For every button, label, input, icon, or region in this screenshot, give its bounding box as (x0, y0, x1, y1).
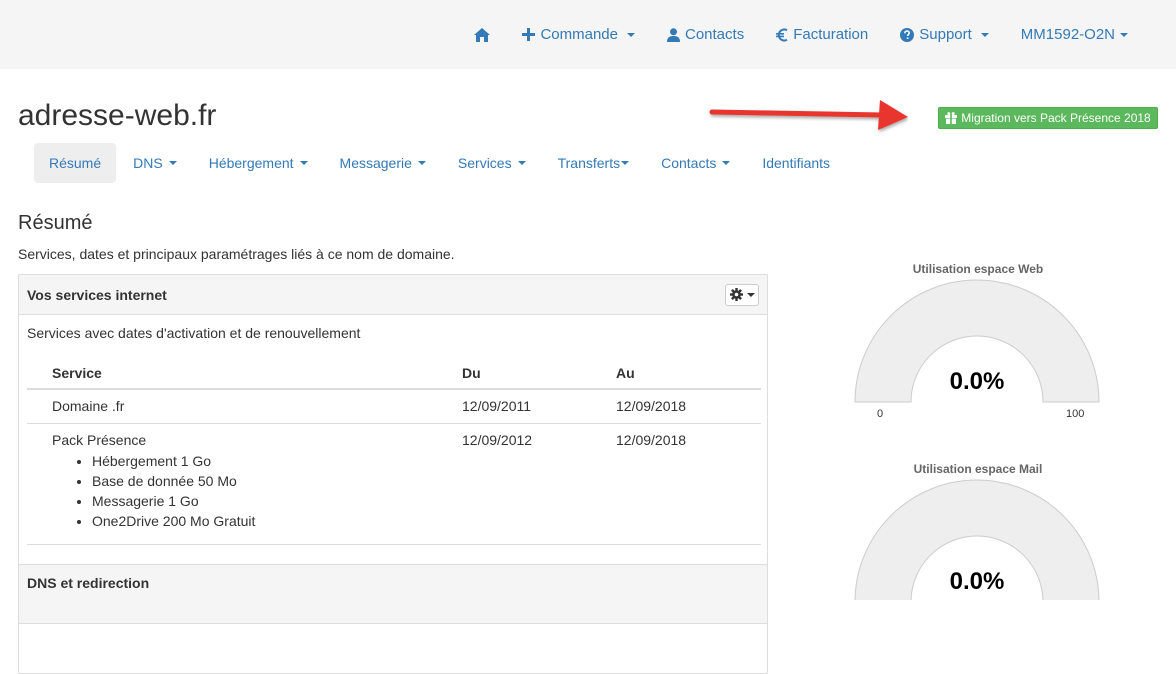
tab-identifiants[interactable]: Identifiants (747, 143, 845, 183)
tab-label: Résumé (49, 155, 102, 171)
table-row: Domaine .fr 12/09/2011 12/09/2018 (27, 389, 761, 424)
service-start-date: 12/09/2011 (457, 389, 611, 424)
chevron-down-icon (722, 161, 731, 165)
chevron-down-icon (621, 161, 630, 165)
chevron-down-icon (517, 161, 526, 165)
migration-button-label: Migration vers Pack Présence 2018 (961, 111, 1151, 125)
tab-label: Hébergement (208, 155, 294, 171)
tab-label: Transferts (557, 155, 621, 171)
services-panel-heading: Vos services internet (19, 275, 767, 315)
gauge-web-chart (854, 279, 1100, 403)
chevron-down-icon (417, 161, 426, 165)
top-navbar: Commande Contacts Facturation Support MM… (0, 0, 1176, 69)
services-description: Services avec dates d'activation et de r… (27, 325, 361, 341)
service-cell: Pack Présence Hébergement 1 Go Base de d… (27, 423, 457, 545)
services-table: Service Du Au Domaine .fr 12/09/2011 12/… (27, 357, 761, 545)
nav-facturation-label: Facturation (793, 26, 869, 43)
gauge-min-label: 0 (877, 408, 884, 420)
tab-hebergement[interactable]: Hébergement (194, 143, 323, 183)
column-header-service: Service (27, 357, 457, 390)
nav-support-label: Support (919, 26, 972, 43)
gauge-max-label: 100 (1066, 408, 1085, 420)
settings-dropdown-button[interactable] (725, 283, 759, 306)
gauge-value: 0.0% (949, 368, 1005, 395)
gift-icon (945, 112, 958, 124)
list-item: Base de donnée 50 Mo (92, 471, 432, 491)
service-end-date: 12/09/2018 (611, 423, 761, 545)
nav-home[interactable] (458, 0, 506, 69)
service-end-date: 12/09/2018 (611, 389, 761, 424)
plus-icon (522, 28, 536, 41)
nav-commande-label: Commande (540, 26, 618, 43)
list-item: Messagerie 1 Go (92, 491, 432, 511)
section-description: Services, dates et principaux paramétrag… (18, 246, 455, 262)
service-features-list: Hébergement 1 Go Base de donnée 50 Mo Me… (52, 451, 432, 531)
dns-panel-title: DNS et redirection (27, 575, 150, 591)
nav-contacts[interactable]: Contacts (651, 0, 760, 69)
list-item: One2Drive 200 Mo Gratuit (92, 511, 432, 531)
tab-label: Services (457, 155, 512, 171)
service-start-date: 12/09/2012 (457, 423, 611, 545)
nav-contacts-label: Contacts (685, 26, 745, 43)
question-circle-icon (900, 27, 915, 42)
page-title: adresse-web.fr (18, 99, 217, 132)
chevron-down-icon (980, 32, 989, 37)
tab-label: Messagerie (339, 155, 412, 171)
home-icon (474, 27, 491, 42)
user-icon (667, 27, 680, 42)
column-header-au: Au (611, 357, 761, 390)
services-panel-title: Vos services internet (27, 286, 167, 303)
tab-contacts[interactable]: Contacts (646, 143, 745, 183)
tab-label: Contacts (661, 155, 717, 171)
dns-panel: DNS et redirection (18, 564, 768, 624)
tab-label: DNS (133, 155, 163, 171)
migration-button[interactable]: Migration vers Pack Présence 2018 (938, 107, 1158, 129)
chevron-down-icon (746, 292, 755, 297)
table-row: Pack Présence Hébergement 1 Go Base de d… (27, 423, 761, 545)
column-header-du: Du (457, 357, 611, 390)
nav-commande[interactable]: Commande (506, 0, 651, 69)
gauge-web: Utilisation espace Web 0.0% 0 100 (848, 262, 1108, 432)
list-item: Hébergement 1 Go (92, 451, 432, 471)
chevron-down-icon (299, 161, 308, 165)
gear-icon (729, 288, 743, 301)
nav-account-label: MM1592-O2N (1020, 26, 1115, 43)
gauge-value: 0.0% (949, 568, 1005, 595)
gauge-mail: Utilisation espace Mail 0.0% (848, 462, 1108, 600)
nav-facturation[interactable]: Facturation (760, 0, 884, 69)
service-name: Domaine .fr (27, 389, 457, 424)
chevron-down-icon (168, 161, 177, 165)
service-name: Pack Présence (52, 432, 147, 448)
tab-services[interactable]: Services (443, 143, 541, 183)
top-nav: Commande Contacts Facturation Support MM… (458, 0, 1144, 69)
tab-transferts[interactable]: Transferts (543, 143, 645, 183)
nav-support[interactable]: Support (884, 0, 1005, 69)
nav-account[interactable]: MM1592-O2N (1005, 0, 1144, 69)
domain-tabs: Résumé DNS Hébergement Messagerie Servic… (34, 143, 847, 183)
tab-messagerie[interactable]: Messagerie (325, 143, 441, 183)
tab-resume[interactable]: Résumé (34, 143, 117, 183)
chevron-down-icon (627, 32, 635, 37)
table-header-row: Service Du Au (27, 357, 761, 390)
tab-dns[interactable]: DNS (118, 143, 192, 183)
services-panel-body: Services avec dates d'activation et de r… (19, 315, 767, 545)
euro-icon (776, 28, 788, 41)
tab-label: Identifiants (762, 155, 831, 171)
red-arrow-annotation (709, 100, 908, 130)
chevron-down-icon (1120, 32, 1128, 37)
section-title: Résumé (18, 212, 93, 234)
